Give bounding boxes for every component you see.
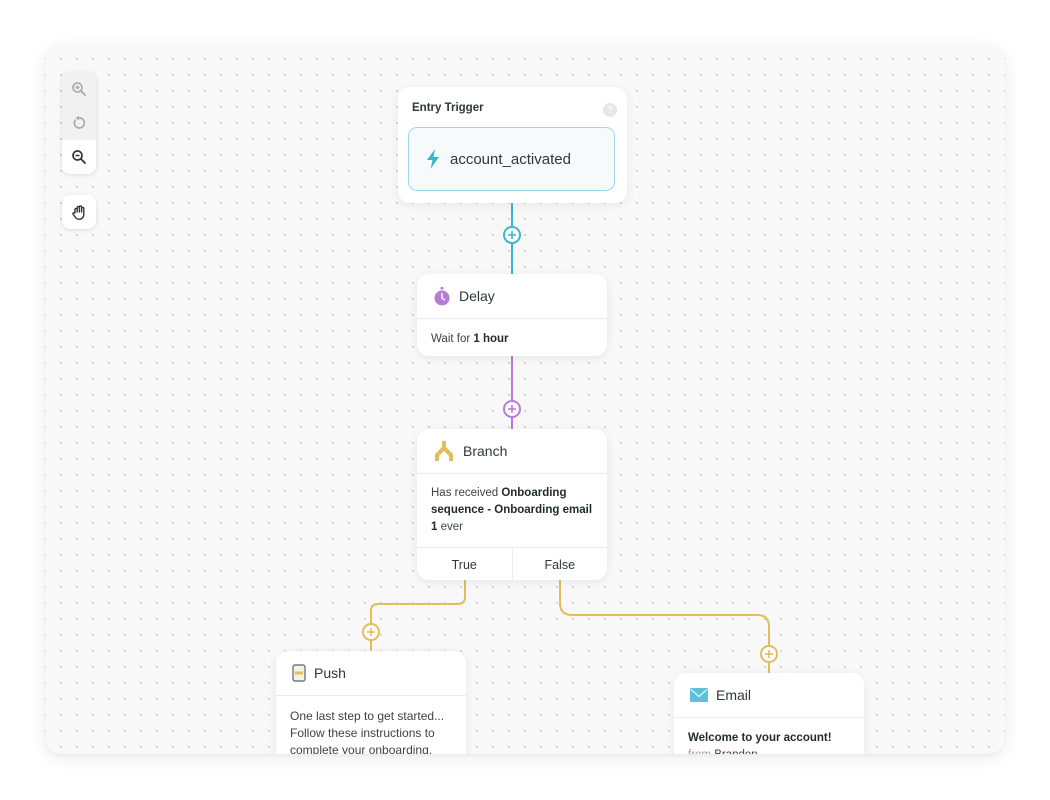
branch-title: Branch — [463, 443, 508, 459]
zoom-out-icon — [72, 150, 86, 164]
reset-icon — [73, 115, 86, 129]
help-icon[interactable]: ? — [603, 103, 617, 117]
email-title: Email — [716, 687, 752, 703]
delay-text: Wait for — [431, 333, 474, 345]
branch-option-true[interactable]: True — [417, 548, 512, 581]
delay-card[interactable]: Delay Wait for 1 hour — [417, 274, 607, 356]
delay-description: Wait for 1 hour — [417, 319, 607, 360]
workflow-canvas[interactable]: Entry Trigger ? account_activated Delay … — [45, 45, 1005, 754]
delay-title: Delay — [459, 288, 495, 304]
push-card[interactable]: Push One last step to get started... Fol… — [276, 651, 466, 754]
push-message: One last step to get started... Follow t… — [290, 709, 445, 754]
email-card[interactable]: Email Welcome to your account! from Bran… — [674, 673, 864, 754]
email-details: Welcome to your account! from Brandon — [674, 718, 864, 754]
add-step-button-true[interactable] — [362, 623, 380, 641]
branch-card[interactable]: Branch Has received Onboarding sequence … — [417, 429, 607, 581]
email-from-label: from — [688, 749, 711, 754]
zoom-controls — [62, 72, 96, 174]
delay-duration: 1 hour — [473, 333, 509, 345]
condition-suffix: ever — [437, 521, 463, 533]
lightning-icon — [427, 149, 439, 169]
branch-icon — [435, 441, 453, 461]
trigger-event-box[interactable]: account_activated — [408, 127, 615, 191]
entry-trigger-card[interactable]: Entry Trigger ? account_activated — [398, 87, 627, 203]
trigger-event-name: account_activated — [450, 150, 571, 168]
branch-option-false[interactable]: False — [511, 548, 608, 581]
zoom-in-button[interactable] — [62, 72, 96, 106]
branch-condition: Has received Onboarding sequence - Onboa… — [417, 474, 607, 547]
branch-options: True False — [417, 547, 607, 581]
email-subject: Welcome to your account! — [688, 732, 832, 744]
phone-icon — [292, 664, 306, 682]
entry-trigger-title: Entry Trigger — [412, 102, 484, 114]
reset-view-button[interactable] — [62, 106, 96, 140]
stopwatch-icon — [434, 286, 450, 305]
zoom-in-icon — [72, 82, 86, 96]
hand-icon — [71, 204, 84, 220]
envelope-icon — [690, 688, 708, 702]
push-title: Push — [314, 665, 346, 681]
connector-false-path — [559, 580, 770, 673]
email-from-value: Brandon — [714, 749, 757, 754]
add-step-button-1[interactable] — [503, 226, 521, 244]
add-step-button-2[interactable] — [503, 400, 521, 418]
connector-true-path — [370, 580, 466, 651]
zoom-out-button[interactable] — [62, 140, 96, 174]
pan-tool-button[interactable] — [62, 195, 96, 229]
add-step-button-false[interactable] — [760, 645, 778, 663]
condition-text: Has received — [431, 487, 502, 499]
